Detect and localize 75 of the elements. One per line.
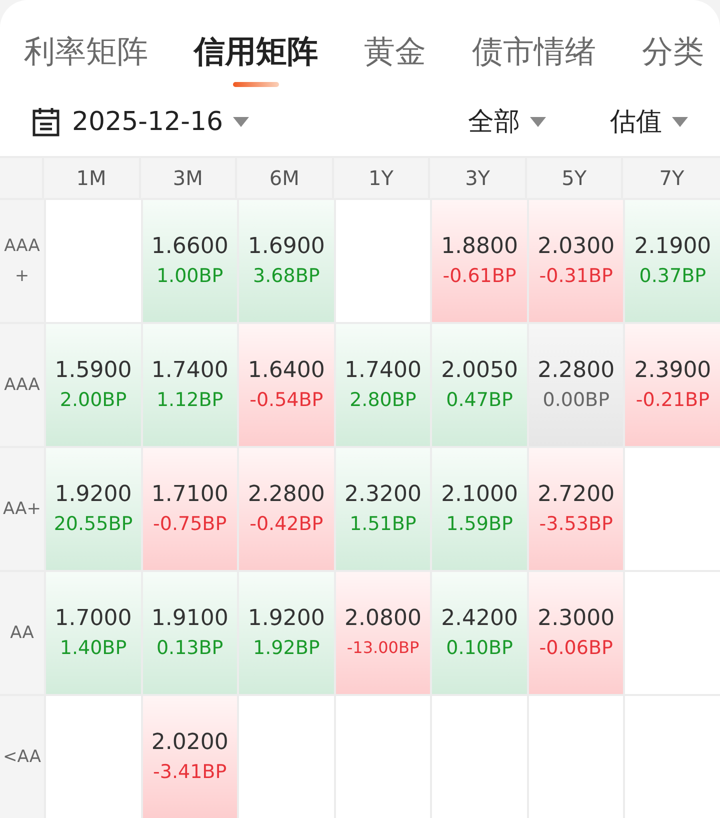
rate-change: 0.10BP bbox=[446, 636, 513, 661]
row-label: AA+ bbox=[2, 498, 42, 521]
rate-value: 2.2800 bbox=[248, 481, 325, 509]
rate-change: -0.75BP bbox=[153, 512, 227, 537]
caret-icon bbox=[672, 116, 688, 126]
rate-change: 2.00BP bbox=[60, 388, 127, 413]
column-header: 1M bbox=[44, 158, 141, 198]
tab-indicator bbox=[233, 82, 279, 87]
rate-value: 2.3000 bbox=[538, 605, 615, 633]
rate-change: 1.12BP bbox=[156, 388, 224, 413]
rate-value: 1.7400 bbox=[151, 357, 228, 385]
column-header: 3Y bbox=[430, 158, 527, 198]
rate-value: 2.0200 bbox=[151, 729, 228, 757]
rate-value: 2.0300 bbox=[538, 233, 615, 261]
rate-value: 2.1900 bbox=[634, 233, 712, 261]
row-label: AAA+ bbox=[3, 235, 41, 288]
column-header: 3M bbox=[140, 158, 238, 198]
rate-change: 3.68BP bbox=[253, 264, 320, 289]
date-dropdown[interactable]: 2025-12-16 bbox=[72, 106, 250, 136]
rate-value: 2.0050 bbox=[441, 357, 518, 385]
rate-change: 1.92BP bbox=[253, 636, 320, 661]
rate-value: 1.9200 bbox=[248, 605, 325, 633]
rate-change: 1.51BP bbox=[350, 512, 416, 537]
rate-value: 1.9200 bbox=[54, 481, 132, 509]
rate-value: 1.9100 bbox=[151, 605, 228, 633]
rate-value: 1.6400 bbox=[248, 357, 325, 385]
rate-value: 1.7100 bbox=[151, 481, 228, 509]
scope-dropdown[interactable]: 全部 bbox=[468, 104, 546, 139]
calendar-icon bbox=[32, 106, 60, 136]
rate-change: 0.00BP bbox=[542, 388, 610, 413]
rate-value: 2.0800 bbox=[344, 605, 422, 633]
tab[interactable]: 信用矩阵 bbox=[194, 30, 318, 87]
rate-value: 2.3900 bbox=[634, 357, 712, 385]
rate-change: -0.61BP bbox=[442, 264, 516, 289]
row-label: AAA bbox=[3, 374, 41, 397]
rate-value: 2.1000 bbox=[441, 481, 518, 509]
measure-dropdown[interactable]: 估值 bbox=[610, 104, 688, 139]
rate-value: 1.5900 bbox=[54, 357, 132, 385]
rate-value: 1.7400 bbox=[344, 357, 422, 385]
rate-change: -13.00BP bbox=[346, 637, 420, 659]
row-label: <AA bbox=[2, 746, 42, 769]
rate-value: 2.2800 bbox=[538, 357, 615, 385]
rate-change: 1.00BP bbox=[156, 264, 224, 289]
column-header: 1Y bbox=[334, 158, 430, 198]
tab[interactable]: 利率矩阵 bbox=[24, 30, 148, 74]
rate-value: 1.7000 bbox=[54, 605, 132, 633]
caret-icon bbox=[233, 116, 250, 126]
tab[interactable]: 黄金 bbox=[364, 30, 426, 74]
column-header: 6M bbox=[237, 158, 334, 198]
caret-icon bbox=[530, 116, 546, 126]
rate-value: 1.6600 bbox=[151, 233, 228, 261]
rate-change: -0.42BP bbox=[250, 512, 324, 537]
rate-change: -0.06BP bbox=[539, 636, 613, 661]
rate-change: 0.37BP bbox=[639, 264, 706, 289]
rate-value: 2.7200 bbox=[538, 481, 615, 509]
rate-value: 1.8800 bbox=[441, 233, 518, 261]
rate-change: 1.40BP bbox=[60, 636, 127, 661]
rate-change: 0.13BP bbox=[156, 636, 224, 661]
tab[interactable]: 分类 bbox=[642, 30, 704, 74]
rate-value: 2.3200 bbox=[344, 481, 422, 509]
rate-change: 0.47BP bbox=[446, 388, 513, 413]
rate-value: 2.4200 bbox=[441, 605, 518, 633]
row-label: AA bbox=[9, 622, 35, 645]
rate-change: 20.55BP bbox=[54, 512, 133, 537]
rate-value: 1.6900 bbox=[248, 233, 325, 261]
rate-change: -3.53BP bbox=[539, 512, 613, 537]
column-header: 5Y bbox=[526, 158, 624, 198]
rate-change: 1.59BP bbox=[446, 512, 513, 537]
rate-change: -0.21BP bbox=[636, 388, 710, 413]
rate-change: -0.54BP bbox=[250, 388, 324, 413]
rate-change: 2.80BP bbox=[350, 388, 416, 413]
rate-change: -0.31BP bbox=[539, 264, 613, 289]
rate-change: -3.41BP bbox=[153, 760, 227, 785]
column-header: 7Y bbox=[658, 165, 686, 192]
tab[interactable]: 债市情绪 bbox=[472, 30, 596, 74]
